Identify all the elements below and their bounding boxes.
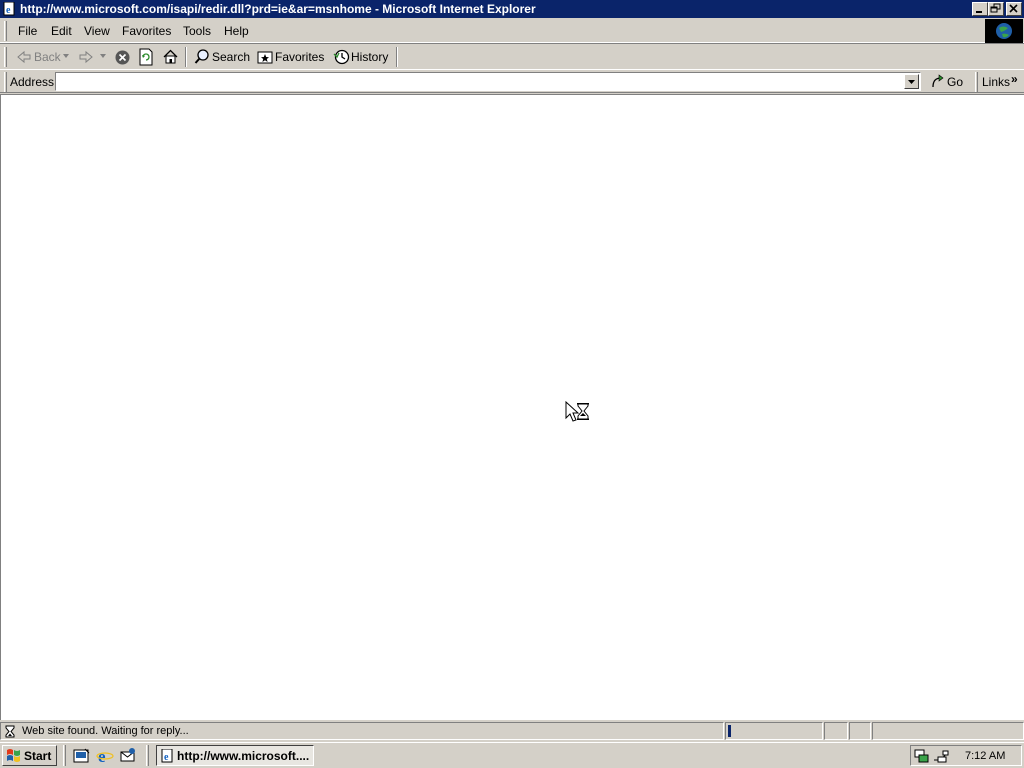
go-arrow-icon	[930, 73, 946, 89]
ie-page-icon[interactable]: e	[3, 2, 17, 16]
forward-arrow-icon[interactable]	[78, 49, 94, 65]
address-bar: Address Go Links »	[0, 69, 1024, 93]
menu-tools[interactable]: Tools	[183, 24, 211, 38]
toolbar-grip[interactable]	[4, 47, 7, 67]
home-icon[interactable]	[162, 48, 179, 65]
start-label: Start	[24, 749, 52, 763]
address-label: Address	[10, 75, 55, 89]
window-title: http://www.microsoft.com/isapi/redir.dll…	[20, 2, 536, 16]
search-button[interactable]: Search	[194, 48, 251, 66]
search-icon	[194, 48, 211, 65]
outlook-express-icon[interactable]	[119, 747, 137, 764]
status-text: Web site found. Waiting for reply...	[22, 725, 189, 737]
svg-text:e: e	[164, 752, 169, 763]
menu-bar: File Edit View Favorites Tools Help	[0, 19, 1024, 43]
links-label: Links	[982, 75, 1011, 89]
favorites-label: Favorites	[275, 50, 325, 64]
forward-dropdown-icon[interactable]	[99, 52, 107, 60]
close-button[interactable]	[1006, 2, 1022, 16]
minimize-button[interactable]	[972, 2, 988, 16]
status-bar: Web site found. Waiting for reply...	[0, 721, 1024, 741]
progress-bar-fill	[728, 725, 731, 737]
progress-panel	[725, 722, 823, 740]
toolbar-end-separator	[396, 47, 398, 67]
menu-help[interactable]: Help	[224, 24, 249, 38]
menu-grip[interactable]	[4, 21, 7, 41]
clock[interactable]: 7:12 AM	[965, 750, 1005, 762]
history-label: History	[351, 50, 389, 64]
restore-button[interactable]	[988, 2, 1004, 16]
address-grip[interactable]	[4, 72, 7, 92]
hourglass-icon	[4, 725, 16, 738]
tasks-grip[interactable]	[146, 745, 149, 766]
start-button[interactable]: Start	[2, 745, 57, 766]
svg-text:e: e	[98, 747, 106, 764]
windows-flag-icon	[6, 748, 22, 763]
windows-logo-throbber	[985, 19, 1023, 43]
network-tray-icon[interactable]	[914, 748, 930, 764]
menu-file[interactable]: File	[18, 24, 37, 38]
back-label: Back	[34, 50, 61, 64]
connection-tray-icon[interactable]	[932, 748, 950, 764]
status-panel-2	[849, 722, 871, 740]
search-label: Search	[212, 50, 251, 64]
stop-icon[interactable]	[114, 49, 131, 66]
title-bar[interactable]: e http://www.microsoft.com/isapi/redir.d…	[0, 0, 1024, 18]
favorites-button[interactable]: Favorites	[257, 48, 325, 66]
address-input[interactable]	[58, 74, 903, 89]
system-tray: 7:12 AM	[910, 745, 1022, 766]
task-label: http://www.microsoft....	[177, 749, 310, 763]
show-desktop-icon[interactable]	[73, 747, 90, 764]
standard-toolbar: Back Search Favorites History	[0, 43, 1024, 69]
quicklaunch-grip[interactable]	[63, 745, 66, 766]
history-icon	[333, 48, 350, 65]
refresh-icon[interactable]	[138, 48, 154, 66]
links-button[interactable]: Links »	[982, 72, 1018, 89]
web-content-area[interactable]	[0, 94, 1024, 720]
status-panel-1	[824, 722, 848, 740]
address-combobox[interactable]	[55, 72, 921, 91]
svg-text:e: e	[6, 5, 11, 16]
menu-view[interactable]: View	[84, 24, 110, 38]
favorites-star-icon	[257, 49, 273, 65]
status-text-panel: Web site found. Waiting for reply...	[0, 722, 724, 740]
history-button[interactable]: History	[333, 48, 391, 66]
menu-edit[interactable]: Edit	[51, 24, 72, 38]
address-dropdown-button[interactable]	[904, 74, 919, 89]
busy-cursor-icon	[565, 401, 591, 423]
back-arrow-icon	[16, 49, 32, 65]
taskbar: Start e e http://www.microsoft.... 7:12 …	[0, 742, 1024, 768]
taskbar-button-ie[interactable]: e http://www.microsoft....	[156, 745, 314, 766]
go-label: Go	[947, 75, 964, 89]
back-dropdown-icon[interactable]	[62, 52, 70, 60]
ie-page-task-icon: e	[161, 749, 175, 763]
toolbar-separator	[185, 47, 187, 67]
links-grip[interactable]	[975, 72, 978, 92]
menu-favorites[interactable]: Favorites	[122, 24, 171, 38]
zone-panel	[872, 722, 1024, 740]
links-chevron-icon[interactable]: »	[1011, 72, 1018, 86]
ie-quicklaunch-icon[interactable]: e	[96, 747, 114, 764]
